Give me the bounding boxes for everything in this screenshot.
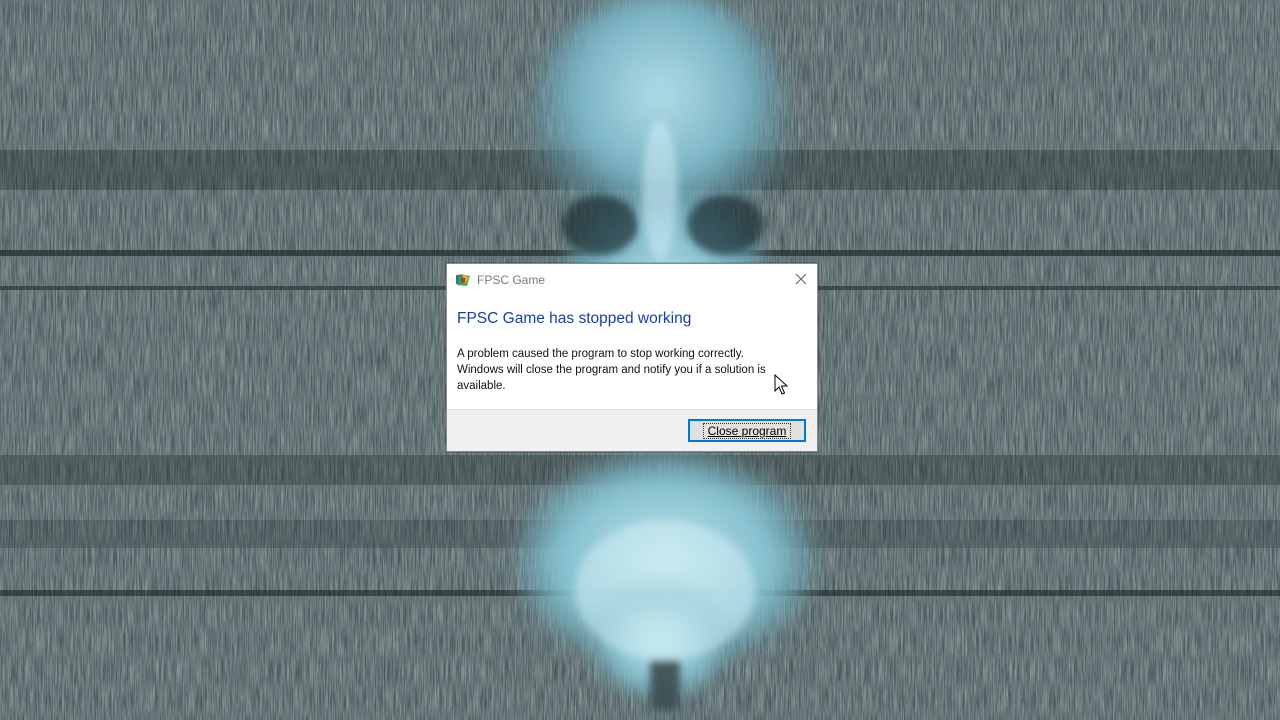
- message-line-1: A problem caused the program to stop wor…: [457, 348, 744, 360]
- dialog-footer: Close program: [447, 409, 817, 451]
- fpsc-app-icon: [455, 272, 471, 288]
- dialog-titlebar[interactable]: FPSC Game: [447, 264, 817, 296]
- close-program-label: Close program: [702, 422, 792, 439]
- game-screen: FPSC Game FPSC Game has stopped working …: [0, 0, 1280, 720]
- error-dialog: FPSC Game FPSC Game has stopped working …: [446, 263, 818, 452]
- close-x-icon[interactable]: [793, 271, 809, 287]
- dialog-message: A problem caused the program to stop wor…: [457, 346, 809, 394]
- message-line-2: Windows will close the program and notif…: [457, 364, 766, 376]
- message-line-3: available.: [457, 380, 506, 392]
- dialog-title: FPSC Game: [477, 273, 546, 287]
- dialog-heading: FPSC Game has stopped working: [457, 310, 692, 327]
- close-program-button[interactable]: Close program: [688, 419, 806, 442]
